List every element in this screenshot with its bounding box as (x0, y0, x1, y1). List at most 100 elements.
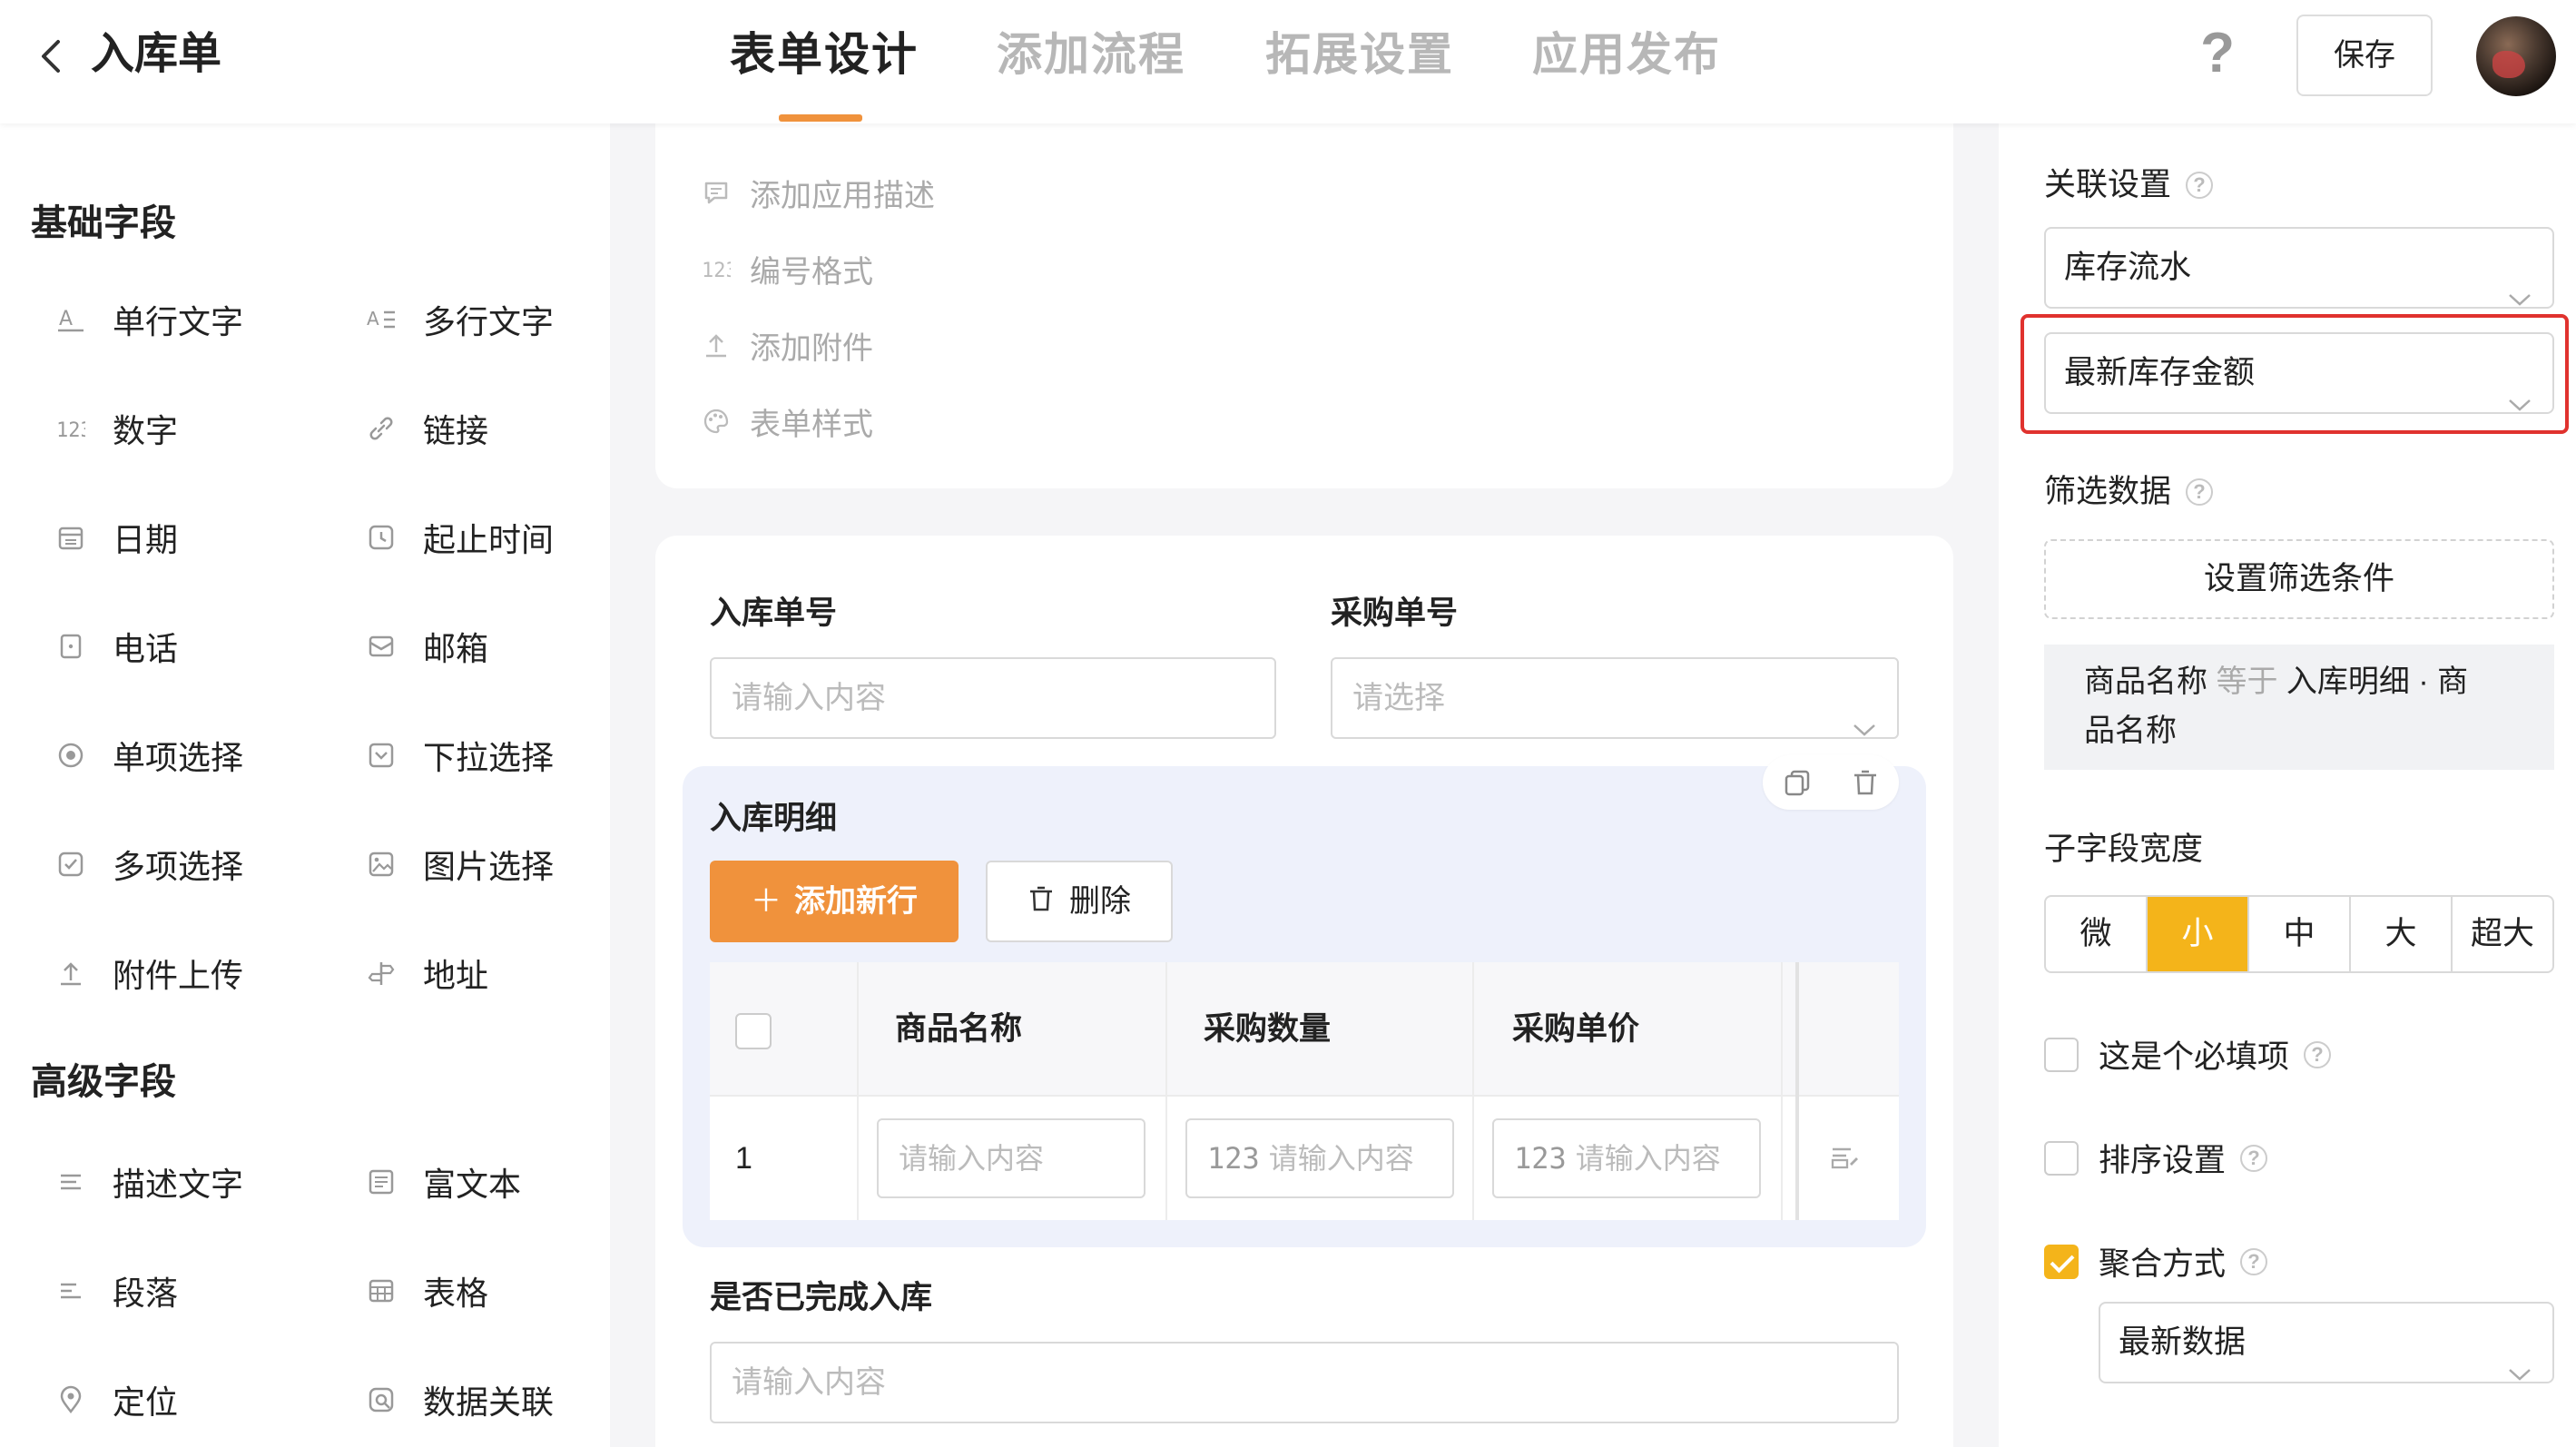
column-header-purchase-qty: 采购数量 (1204, 1011, 1332, 1047)
width-option-large[interactable]: 大 (2351, 897, 2453, 971)
width-option-xlarge[interactable]: 超大 (2453, 897, 2552, 971)
aggregate-mode-select[interactable]: 最新数据 (2099, 1302, 2554, 1383)
field-address[interactable]: 地址 (343, 946, 615, 1000)
text-icon: A (54, 303, 87, 336)
signpost-icon (365, 957, 398, 989)
filter-value: 入库明细 · 商 (2286, 664, 2469, 699)
purchase-no-select[interactable]: 请选择 (1331, 657, 1899, 739)
field-location[interactable]: 定位 (33, 1373, 305, 1427)
plus-icon: ＋ (751, 884, 782, 919)
question-icon[interactable]: ? (2186, 172, 2214, 199)
menu-number-format[interactable]: 123 编号格式 (701, 241, 873, 296)
number-format-icon: 123 (701, 253, 732, 284)
paragraph-icon (54, 1275, 87, 1307)
field-rich-text[interactable]: 富文本 (343, 1155, 615, 1209)
field-table[interactable]: 表格 (343, 1264, 615, 1318)
svg-text:123: 123 (702, 260, 731, 282)
subtable-title: 入库明细 (710, 801, 838, 836)
product-name-input[interactable]: 请输入内容 (877, 1118, 1145, 1198)
menu-form-style[interactable]: 表单样式 (701, 394, 873, 448)
column-divider (1781, 962, 1783, 1220)
menu-add-attachment[interactable]: 添加附件 (701, 318, 873, 372)
upload-icon (701, 330, 732, 360)
set-filter-button[interactable]: 设置筛选条件 (2044, 539, 2554, 619)
field-single-line-text[interactable]: A 单行文字 (33, 292, 305, 347)
field-file-upload[interactable]: 附件上传 (33, 946, 305, 1000)
field-dropdown[interactable]: 下拉选择 (343, 728, 615, 783)
tab-app-publish[interactable]: 应用发布 (1532, 24, 1721, 85)
question-icon[interactable]: ? (2240, 1247, 2268, 1275)
back-arrow-icon[interactable] (31, 31, 76, 82)
field-multi-choice[interactable]: 多项选择 (33, 837, 305, 891)
upload-icon (54, 957, 87, 989)
trash-icon (1027, 864, 1055, 942)
help-icon[interactable]: ? (2195, 22, 2240, 85)
copy-icon[interactable] (1779, 764, 1815, 801)
width-option-medium[interactable]: 中 (2249, 897, 2351, 971)
column-divider (1165, 962, 1167, 1220)
field-date-range[interactable]: 起止时间 (343, 510, 615, 565)
basic-fields-heading: 基础字段 (31, 203, 176, 243)
image-icon (365, 848, 398, 881)
filter-data-text: 筛选数据 (2044, 474, 2172, 509)
field-paragraph[interactable]: 段落 (33, 1264, 305, 1318)
palette-icon (701, 406, 732, 437)
question-icon[interactable]: ? (2304, 1040, 2332, 1068)
field-multi-line-text[interactable]: A 多行文字 (343, 292, 615, 347)
field-number[interactable]: 123 数字 (33, 401, 305, 456)
number-icon: 123 (54, 412, 87, 445)
filter-value-continued: 品名称 (2084, 714, 2177, 748)
clock-range-icon (365, 521, 398, 554)
radio-icon (54, 739, 87, 772)
field-link[interactable]: 链接 (343, 401, 615, 456)
required-checkbox[interactable] (2044, 1037, 2079, 1072)
rich-text-icon (365, 1166, 398, 1198)
field-image-choice[interactable]: 图片选择 (343, 837, 615, 891)
field-data-link[interactable]: 数据关联 (343, 1373, 615, 1427)
tab-extend-settings[interactable]: 拓展设置 (1265, 24, 1454, 85)
field-phone[interactable]: 电话 (33, 619, 305, 674)
purchase-qty-input[interactable]: 123 请输入内容 (1185, 1118, 1454, 1198)
checkbox-icon (54, 848, 87, 881)
sort-checkbox[interactable] (2044, 1140, 2079, 1176)
trash-icon[interactable] (1847, 764, 1883, 801)
row-edit-icon[interactable] (1828, 1140, 1864, 1176)
aggregate-mode-value: 最新数据 (2119, 1324, 2247, 1360)
tab-form-design[interactable]: 表单设计 (730, 24, 919, 85)
inbound-completed-input[interactable]: 请输入内容 (710, 1342, 1899, 1423)
field-description-text[interactable]: 描述文字 (33, 1155, 305, 1209)
question-icon[interactable]: ? (2240, 1144, 2268, 1172)
mail-icon (365, 630, 398, 663)
subtable-grid: 商品名称 采购数量 采购单价 1 请输入内容 123 请输入内容 123 请输入内容 (710, 962, 1899, 1220)
purchase-price-input[interactable]: 123 请输入内容 (1492, 1118, 1761, 1198)
select-all-checkbox[interactable] (735, 1013, 772, 1049)
width-option-tiny[interactable]: 微 (2046, 897, 2148, 971)
avatar[interactable] (2476, 16, 2556, 96)
field-email[interactable]: 邮箱 (343, 619, 615, 674)
link-settings-label: 关联设置? (2044, 163, 2214, 207)
field-date[interactable]: 日期 (33, 510, 305, 565)
delete-label: 删除 (1069, 884, 1131, 919)
aggregate-checkbox-row[interactable]: 聚合方式 ? (2044, 1238, 2268, 1285)
inbound-no-input[interactable]: 请输入内容 (710, 657, 1276, 739)
number-icon: 123 (1207, 1141, 1260, 1176)
svg-text:123: 123 (56, 419, 85, 442)
purchase-no-placeholder: 请选择 (1352, 681, 1445, 715)
tab-add-process[interactable]: 添加流程 (997, 24, 1185, 85)
menu-add-description[interactable]: 添加应用描述 (701, 165, 935, 220)
field-single-choice[interactable]: 单项选择 (33, 728, 305, 783)
save-button[interactable]: 保存 (2296, 15, 2433, 96)
column-header-product-name: 商品名称 (895, 1011, 1023, 1047)
sort-checkbox-row[interactable]: 排序设置 ? (2044, 1135, 2268, 1181)
aggregate-checkbox[interactable] (2044, 1244, 2079, 1279)
top-header: 入库单 表单设计 添加流程 拓展设置 应用发布 ? 保存 (0, 0, 2576, 123)
required-label: 这是个必填项 (2099, 1039, 2290, 1075)
delete-row-button[interactable]: 删除 (986, 861, 1173, 942)
phone-icon (54, 630, 87, 663)
question-icon[interactable]: ? (2186, 478, 2214, 506)
add-row-button[interactable]: ＋ 添加新行 (710, 861, 959, 942)
required-checkbox-row[interactable]: 这是个必填项 ? (2044, 1031, 2332, 1078)
table-icon (365, 1275, 398, 1307)
width-option-small[interactable]: 小 (2148, 897, 2249, 971)
link-table-select[interactable]: 库存流水 (2044, 227, 2554, 309)
